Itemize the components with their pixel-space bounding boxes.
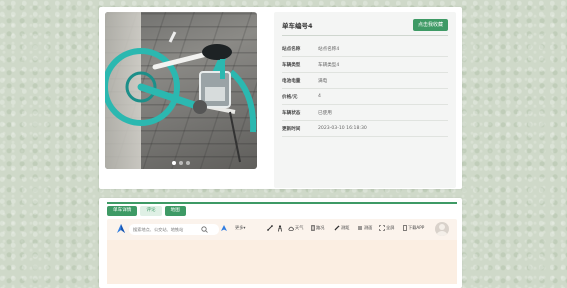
field-value: 站点名称4 — [318, 47, 340, 52]
field-row-battery: 电池电量 满电 — [282, 73, 448, 89]
download-label: 下载APP — [408, 225, 425, 230]
ruler-icon — [334, 225, 340, 231]
weather-tool[interactable]: 天气 — [288, 225, 303, 231]
field-row-updated: 更新时间 2023-03-10 16:18:30 — [282, 121, 448, 137]
tool-label: 测面 — [364, 225, 373, 230]
collect-button[interactable]: 点击我收藏 — [412, 19, 448, 31]
bike-illustration — [105, 31, 257, 163]
map-toolbar: 更多▾ 天气 路况 测距 测面 — [107, 219, 457, 239]
field-value: 车辆类型4 — [318, 63, 340, 68]
field-row-type: 车辆类型 车辆类型4 — [282, 57, 448, 73]
measure-area-icon — [358, 226, 362, 230]
field-value: 4 — [318, 94, 321, 99]
phone-icon — [403, 225, 407, 231]
tool-label: 天气 — [295, 225, 304, 230]
field-label: 车辆状态 — [282, 111, 301, 116]
field-label: 电池电量 — [282, 79, 301, 84]
person-icon — [278, 225, 282, 232]
bike-info-panel: 单车编号4 点击我收藏 站点名称 站点名称4 车辆类型 车辆类型4 电池电量 满… — [274, 12, 456, 188]
carousel-dot-2[interactable] — [179, 161, 183, 165]
field-row-station: 站点名称 站点名称4 — [282, 41, 448, 57]
download-app-link[interactable]: 下载APP — [403, 225, 424, 231]
cloud-icon — [288, 226, 294, 231]
tabs-card: 单车详情 评论 地图 更多▾ — [99, 198, 462, 288]
field-value: 满电 — [318, 79, 328, 84]
map-search-box — [129, 224, 219, 235]
tool-label: 路况 — [316, 225, 325, 230]
field-value: 已使用 — [318, 111, 332, 116]
field-row-status: 车辆状态 已使用 — [282, 105, 448, 121]
carousel-dot-3[interactable] — [186, 161, 190, 165]
map-panel: 更多▾ 天气 路况 测距 测面 — [107, 219, 457, 284]
route-tool[interactable] — [267, 225, 274, 231]
fullscreen-tool[interactable]: 全屏 — [379, 225, 394, 231]
search-icon[interactable] — [201, 226, 208, 233]
bike-detail-card: 单车编号4 点击我收藏 站点名称 站点名称4 车辆类型 车辆类型4 电池电量 满… — [99, 7, 462, 189]
area-tool[interactable]: 测面 — [357, 225, 372, 231]
field-label: 车辆类型 — [282, 63, 301, 68]
fullscreen-icon — [379, 225, 385, 231]
tool-label: 测距 — [341, 225, 350, 230]
more-label: 更多 — [235, 225, 244, 230]
user-avatar[interactable] — [435, 222, 449, 236]
street-view-tool[interactable] — [277, 225, 284, 232]
carousel-indicators — [105, 161, 257, 165]
accent-divider — [107, 202, 457, 204]
navigation-icon[interactable] — [219, 223, 229, 235]
title-divider — [282, 35, 448, 36]
tab-bar: 单车详情 评论 地图 — [107, 206, 186, 216]
bike-photo-carousel[interactable] — [105, 12, 257, 169]
bike-title: 单车编号4 — [282, 22, 313, 30]
traffic-icon — [311, 225, 315, 231]
more-dropdown[interactable]: 更多▾ — [235, 225, 246, 231]
tab-comments[interactable]: 评论 — [140, 206, 162, 216]
field-row-price: 价格/元 4 — [282, 89, 448, 105]
tab-bike-detail[interactable]: 单车详情 — [107, 206, 138, 216]
map-search-input[interactable] — [133, 224, 199, 235]
map-logo-icon — [117, 224, 125, 233]
distance-tool[interactable]: 测距 — [334, 225, 349, 231]
tool-label: 全屏 — [386, 225, 395, 230]
field-label: 站点名称 — [282, 47, 301, 52]
tab-map[interactable]: 地图 — [164, 206, 186, 216]
carousel-dot-1[interactable] — [172, 161, 176, 165]
map-canvas[interactable] — [107, 240, 457, 284]
traffic-tool[interactable]: 路况 — [311, 225, 324, 231]
field-value: 2023-03-10 16:18:30 — [318, 126, 367, 131]
route-icon — [267, 225, 273, 231]
field-label: 更新时间 — [282, 127, 301, 132]
field-label: 价格/元 — [282, 95, 298, 100]
